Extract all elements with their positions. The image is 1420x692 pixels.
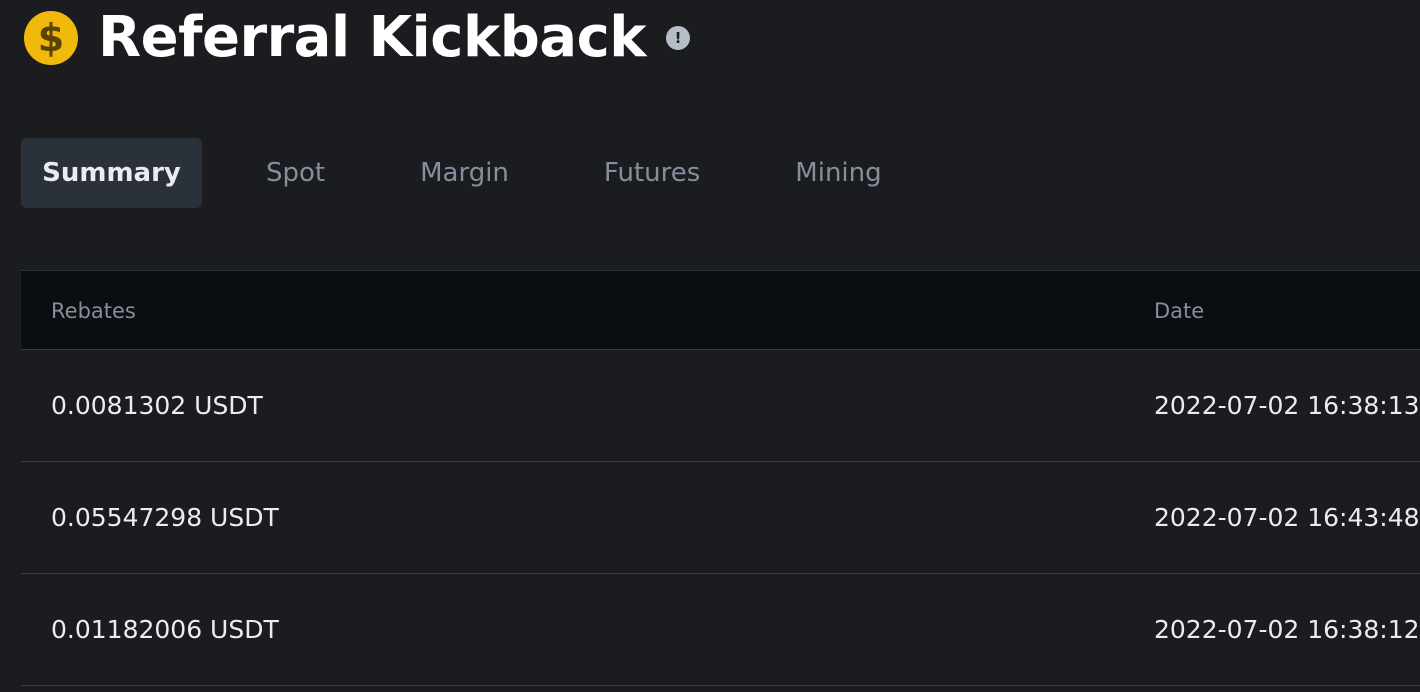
rebate-date: 2022-07-02 16:38:13: [1154, 391, 1420, 420]
page-header: $ Referral Kickback !: [24, 6, 690, 70]
tab-bar: Summary Spot Margin Futures Mining: [21, 138, 882, 208]
rebate-date: 2022-07-02 16:38:12: [1154, 615, 1420, 644]
rebate-date: 2022-07-02 16:43:48: [1154, 503, 1420, 532]
column-header-rebates: Rebates: [51, 299, 136, 323]
rebate-amount: 0.05547298 USDT: [51, 503, 279, 532]
table-header: Rebates Date: [21, 270, 1420, 350]
page-title: Referral Kickback: [98, 5, 647, 70]
tab-summary[interactable]: Summary: [21, 138, 202, 208]
info-glyph: !: [674, 28, 682, 47]
tab-spot[interactable]: Spot: [266, 138, 325, 208]
rebate-amount: 0.0081302 USDT: [51, 391, 263, 420]
rebate-amount: 0.01182006 USDT: [51, 615, 279, 644]
tab-mining[interactable]: Mining: [795, 138, 881, 208]
svg-text:$: $: [38, 16, 64, 60]
dollar-coin-icon: $: [24, 11, 78, 65]
referral-kickback-page: $ Referral Kickback ! Summary Spot Margi…: [0, 0, 1420, 692]
table-row: 0.05547298 USDT 2022-07-02 16:43:48: [21, 462, 1420, 574]
rebates-table: Rebates Date 0.0081302 USDT 2022-07-02 1…: [21, 270, 1420, 686]
tab-margin[interactable]: Margin: [420, 138, 509, 208]
table-row: 0.0081302 USDT 2022-07-02 16:38:13: [21, 350, 1420, 462]
table-row: 0.01182006 USDT 2022-07-02 16:38:12: [21, 574, 1420, 686]
tab-futures[interactable]: Futures: [604, 138, 700, 208]
column-header-date: Date: [1154, 299, 1205, 323]
info-icon[interactable]: !: [666, 26, 690, 50]
